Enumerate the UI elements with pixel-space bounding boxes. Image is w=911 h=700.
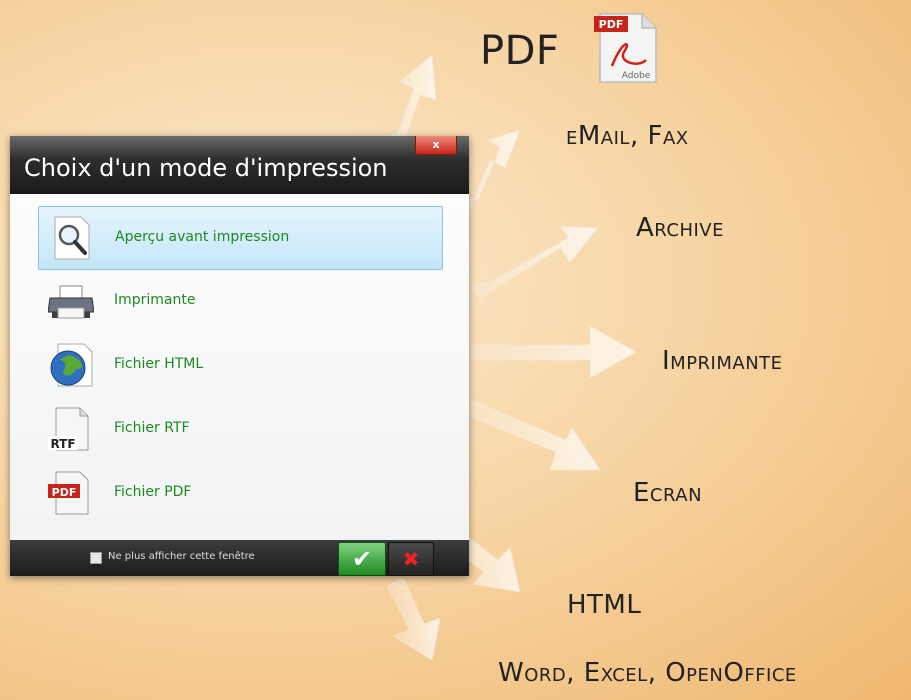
dialog-title: Choix d'un mode d'impression: [24, 154, 388, 182]
dest-html: HTML: [567, 590, 642, 620]
option-imprimante[interactable]: Imprimante: [38, 270, 441, 332]
dest-archive: Archive: [636, 213, 724, 243]
arrow-imprimante: [469, 325, 638, 379]
option-label: Fichier HTML: [114, 356, 204, 372]
svg-text:RTF: RTF: [50, 437, 75, 451]
option-fichier-html[interactable]: Fichier HTML: [38, 334, 441, 396]
arrow-archive: [466, 225, 600, 299]
rtf-file-icon: RTF: [48, 407, 89, 451]
dialog-titlebar: Choix d'un mode d'impression x: [10, 136, 469, 194]
svg-text:PDF: PDF: [52, 486, 77, 499]
adobe-pdf-file-icon: PDF Adobe: [594, 13, 657, 83]
option-apercu[interactable]: Aperçu avant impression: [38, 206, 443, 270]
dest-imprimante: Imprimante: [662, 346, 783, 376]
cancel-button[interactable]: ✖: [388, 542, 434, 576]
globe-icon: [50, 343, 93, 387]
arrow-office: [387, 579, 441, 661]
dialog-options-list: Aperçu avant impression Imprimante Fichi…: [10, 194, 469, 540]
option-label: Imprimante: [114, 292, 196, 308]
pdf-icon-label: PDF: [599, 18, 624, 31]
option-label: Fichier RTF: [114, 420, 190, 436]
pdf-file-icon: PDF: [48, 471, 89, 515]
dont-show-label: Ne plus afficher cette fenêtre: [108, 551, 255, 562]
dest-office: Word, Excel, OpenOffice: [498, 658, 797, 688]
dont-show-checkbox[interactable]: [90, 552, 102, 564]
option-label: Aperçu avant impression: [115, 229, 290, 245]
magnifier-icon: [54, 216, 90, 260]
option-fichier-rtf[interactable]: RTF Fichier RTF: [38, 398, 441, 460]
dest-pdf: PDF: [480, 28, 560, 74]
dialog-footer: Ne plus afficher cette fenêtre ✔ ✖: [10, 540, 469, 576]
adobe-label: Adobe: [622, 71, 651, 81]
option-label: Fichier PDF: [114, 484, 192, 500]
printer-icon: [48, 285, 94, 319]
close-button[interactable]: x: [415, 136, 457, 155]
arrow-ecran: [463, 399, 601, 471]
option-fichier-pdf[interactable]: PDF Fichier PDF: [38, 462, 441, 524]
ok-button[interactable]: ✔: [338, 542, 386, 576]
dest-ecran: Ecran: [633, 478, 703, 508]
print-mode-dialog: Choix d'un mode d'impression x Aperçu av…: [10, 136, 469, 576]
dest-email-fax: eMail, Fax: [566, 121, 689, 151]
